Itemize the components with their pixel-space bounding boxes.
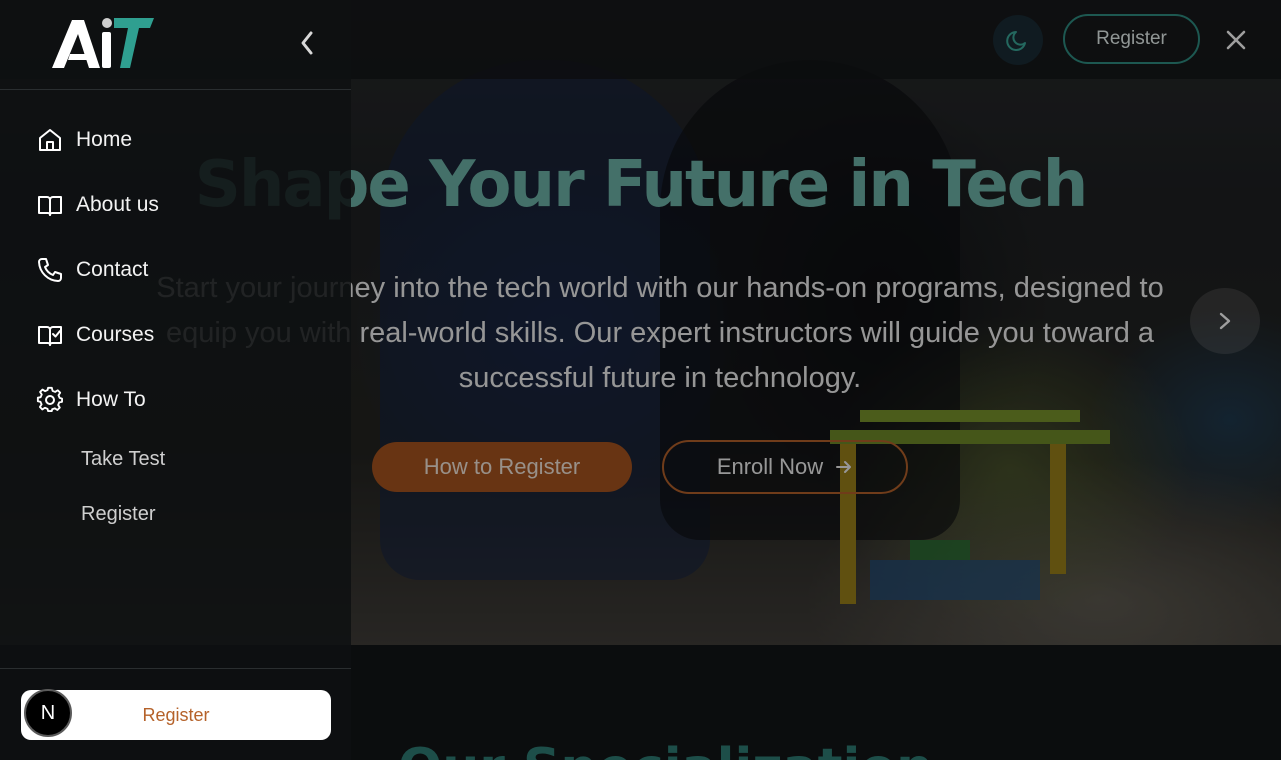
sidebar-subitem-register[interactable]: Register (81, 503, 155, 526)
book-check-icon (36, 321, 64, 349)
sidebar-item-label: Courses (76, 323, 155, 346)
sidebar-item-about-us[interactable]: About us (36, 187, 159, 223)
collapse-sidebar-button[interactable] (290, 26, 324, 60)
home-icon (36, 126, 64, 154)
page: Shape Your Future in Tech Start your jou… (0, 0, 1281, 760)
phone-icon (36, 256, 64, 284)
book-open-icon (36, 191, 64, 219)
sidebar-item-label: Home (76, 128, 133, 151)
sidebar-item-home[interactable]: Home (36, 122, 132, 158)
sidebar-item-contact[interactable]: Contact (36, 252, 148, 288)
avatar-initial: N (40, 701, 56, 724)
avatar[interactable]: N (24, 689, 72, 737)
sidebar-item-label: Contact (76, 258, 149, 281)
sidebar-item-courses[interactable]: Courses (36, 317, 154, 353)
ait-logo[interactable] (50, 14, 165, 74)
chevron-left-icon (301, 31, 313, 55)
gear-icon (36, 386, 64, 414)
sidebar-item-how-to[interactable]: How To (36, 382, 146, 418)
sidebar-item-label: About us (76, 193, 159, 216)
sidebar-register-label: Register (142, 704, 210, 725)
sidebar-subitem-take-test[interactable]: Take Test (81, 448, 165, 471)
sidebar-item-label: How To (76, 388, 146, 411)
sidebar-header (0, 0, 351, 90)
sidebar-drawer: Home About us Contact Courses How To Tak… (0, 0, 351, 760)
